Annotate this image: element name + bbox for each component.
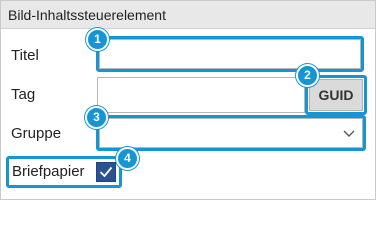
guid-button[interactable]: GUID <box>309 79 363 111</box>
group-dropdown[interactable] <box>99 118 363 148</box>
tag-input[interactable] <box>97 77 305 113</box>
tag-label: Tag <box>11 86 36 103</box>
panel-title: Bild-Inhaltssteuerelement <box>8 7 166 23</box>
letterhead-checkbox[interactable] <box>96 162 116 182</box>
callout-badge-2: 2 <box>296 64 319 87</box>
title-label: Titel <box>11 47 39 64</box>
chevron-down-icon <box>343 130 355 137</box>
checkmark-icon <box>99 166 113 178</box>
callout-badge-4: 4 <box>116 147 139 170</box>
callout-badge-1: 1 <box>86 28 109 51</box>
title-input[interactable] <box>99 39 361 69</box>
letterhead-label: Briefpapier <box>12 163 85 180</box>
group-label: Gruppe <box>11 125 62 142</box>
panel-header: Bild-Inhaltssteuerelement <box>1 1 375 29</box>
callout-badge-3: 3 <box>85 106 108 129</box>
